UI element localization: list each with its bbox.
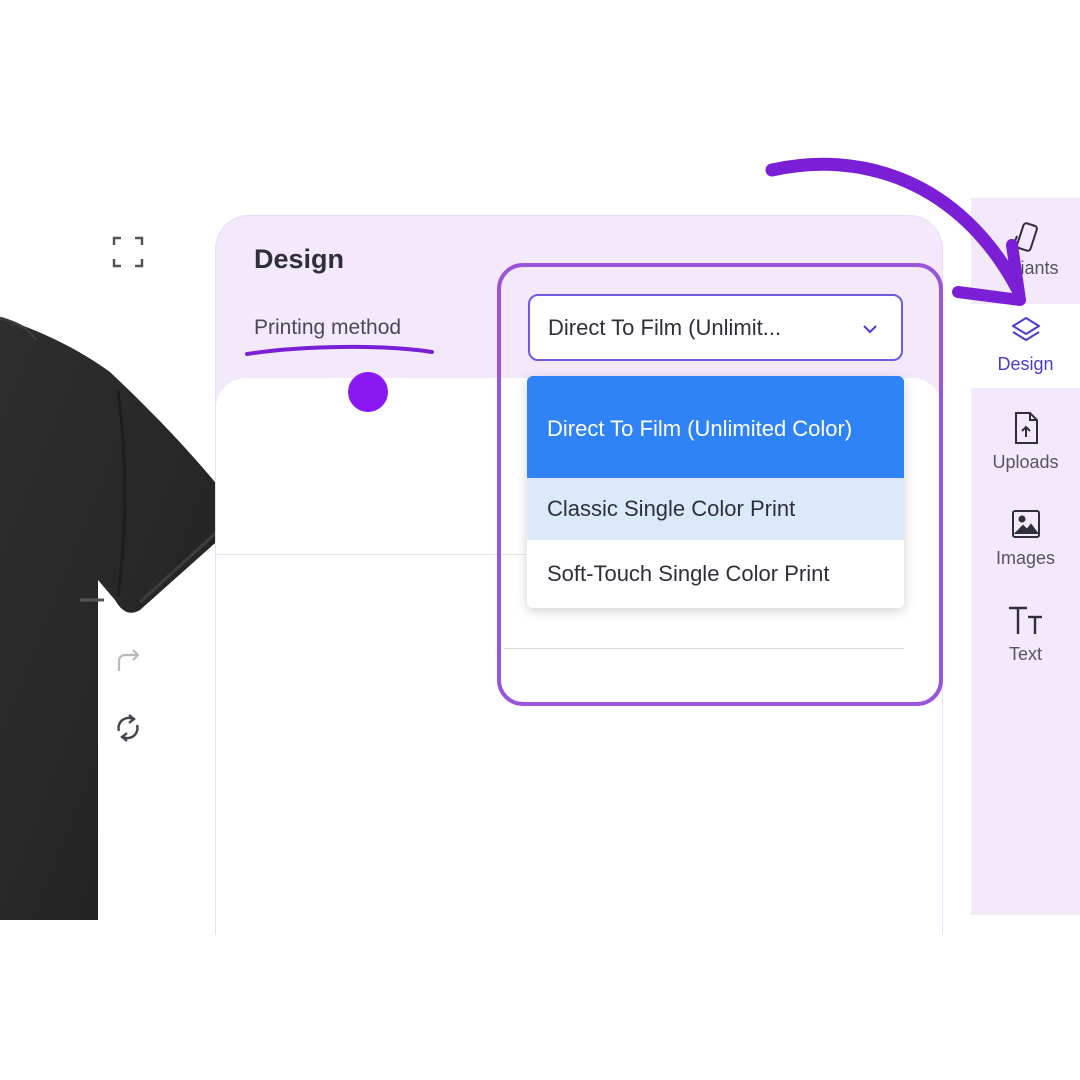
sidebar: riants Design Uploads Images Text [971,198,1080,915]
color-swatch[interactable] [348,372,388,412]
fullscreen-icon[interactable] [108,232,148,272]
sidebar-item-label: Design [997,354,1054,374]
sidebar-item-label: riants [1014,258,1059,278]
sidebar-item-variants[interactable]: riants [971,220,1080,279]
sidebar-item-text[interactable]: Text [971,602,1080,665]
printing-method-label: Printing method [254,316,402,339]
divider [216,554,526,555]
refresh-icon[interactable] [108,708,148,748]
text-icon [1008,606,1042,634]
sidebar-item-uploads[interactable]: Uploads [971,410,1080,473]
sidebar-item-images[interactable]: Images [971,506,1080,569]
sidebar-item-design[interactable]: Design [971,314,1080,375]
tshirt-preview-image [0,316,239,920]
sidebar-item-label: Text [1008,644,1042,664]
redo-icon[interactable] [108,640,148,680]
phone-case-icon [1012,222,1038,252]
sidebar-item-label: Images [995,548,1056,568]
upload-file-icon [1014,412,1038,444]
sidebar-item-label: Uploads [992,452,1059,472]
layers-icon [1011,317,1040,341]
image-icon [1011,510,1040,538]
highlight-frame [497,263,943,706]
panel-title: Design [254,244,345,274]
